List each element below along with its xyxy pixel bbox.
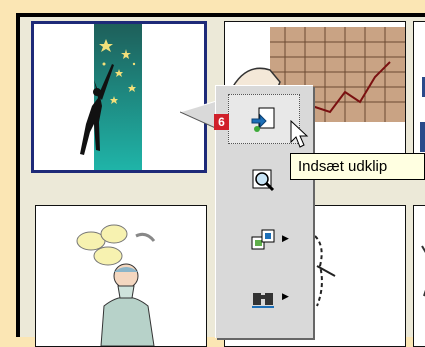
clip-thumbnail-partial-bottom[interactable] (413, 205, 425, 347)
binoculars-icon (252, 293, 274, 308)
find-similar-button[interactable]: ▶ (228, 279, 298, 317)
insert-clip-tooltip: Indsæt udklip (290, 153, 425, 180)
categories-icon (251, 229, 275, 250)
submenu-arrow-icon: ▶ (282, 234, 289, 244)
insert-clip-icon (251, 107, 275, 132)
magnifier-icon (252, 169, 275, 192)
clip-thumbnail-stars[interactable] (31, 21, 207, 173)
preview-clip-button[interactable] (228, 161, 298, 199)
clip-thumbnail-doctor[interactable] (35, 205, 207, 347)
mouse-cursor-icon (290, 120, 309, 148)
partial-clipart (420, 77, 425, 152)
clip-thumbnail-partial-top[interactable] (413, 21, 425, 171)
submenu-arrow-icon: ▶ (282, 292, 289, 302)
step-callout-badge: 6 (214, 114, 229, 130)
add-to-category-button[interactable]: ▶ (228, 221, 298, 259)
doctor-clipart (76, 224, 156, 346)
starry-figure-clipart (80, 24, 142, 170)
partial-clipart-2 (421, 245, 425, 297)
